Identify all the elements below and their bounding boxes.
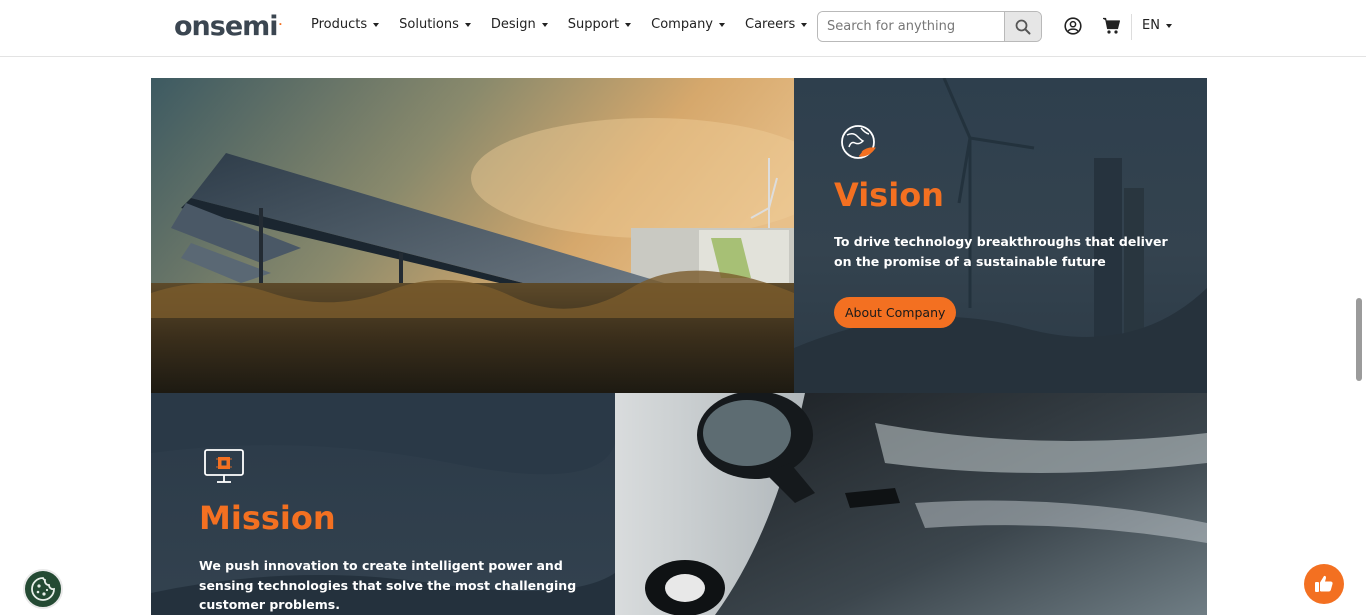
vision-title: Vision: [834, 176, 944, 214]
nav-design[interactable]: Design: [491, 17, 548, 32]
nav-products[interactable]: Products: [311, 17, 380, 32]
search-button[interactable]: [1004, 12, 1041, 41]
mission-text: We push innovation to create intelligent…: [199, 558, 577, 612]
search-input[interactable]: [818, 12, 1004, 41]
vision-panel: Vision To drive technology breakthroughs…: [794, 78, 1207, 393]
caret-down-icon: [373, 22, 380, 27]
caret-down-icon: [1165, 23, 1172, 28]
nav-support[interactable]: Support: [568, 17, 632, 32]
car-illustration: [615, 393, 1207, 615]
globe-leaf-icon: [841, 125, 876, 159]
account-button[interactable]: [1063, 16, 1083, 36]
caret-down-icon: [464, 22, 471, 27]
thumbs-up-icon: [1315, 575, 1333, 592]
vision-text: To drive technology breakthroughs that d…: [834, 234, 1168, 269]
solar-farm-illustration: [151, 78, 794, 393]
about-company-button[interactable]: About Company: [834, 297, 957, 328]
search-box: [817, 11, 1042, 42]
main-nav: Products Solutions Design Support Compan…: [311, 17, 827, 32]
caret-down-icon: [625, 22, 632, 27]
caret-down-icon: [801, 22, 808, 27]
nav-careers[interactable]: Careers: [745, 17, 808, 32]
user-circle-icon: [1064, 17, 1082, 35]
page-scrollbar-thumb[interactable]: [1356, 298, 1362, 381]
caret-down-icon: [719, 22, 726, 27]
onsemi-logo[interactable]: onsemi.: [174, 11, 282, 42]
cart-icon: [1102, 17, 1120, 34]
mission-panel: Mission We push innovation to create int…: [151, 393, 615, 615]
monitor-chip-icon: [204, 449, 244, 483]
electric-car-image: [615, 393, 1207, 615]
language-selector[interactable]: EN: [1142, 18, 1172, 33]
nav-solutions[interactable]: Solutions: [399, 17, 471, 32]
nav-company[interactable]: Company: [651, 17, 726, 32]
caret-down-icon: [541, 22, 548, 27]
cookie-icon: [31, 577, 55, 601]
divider: [1131, 14, 1132, 40]
top-navigation-bar: onsemi. Products Solutions Design Suppor…: [0, 0, 1366, 57]
mission-title: Mission: [199, 499, 336, 537]
feedback-button[interactable]: [1304, 564, 1344, 604]
cart-button[interactable]: [1101, 16, 1121, 36]
solar-farm-image: [151, 78, 794, 393]
cookie-settings-button[interactable]: [23, 569, 63, 609]
search-icon: [1015, 19, 1031, 34]
